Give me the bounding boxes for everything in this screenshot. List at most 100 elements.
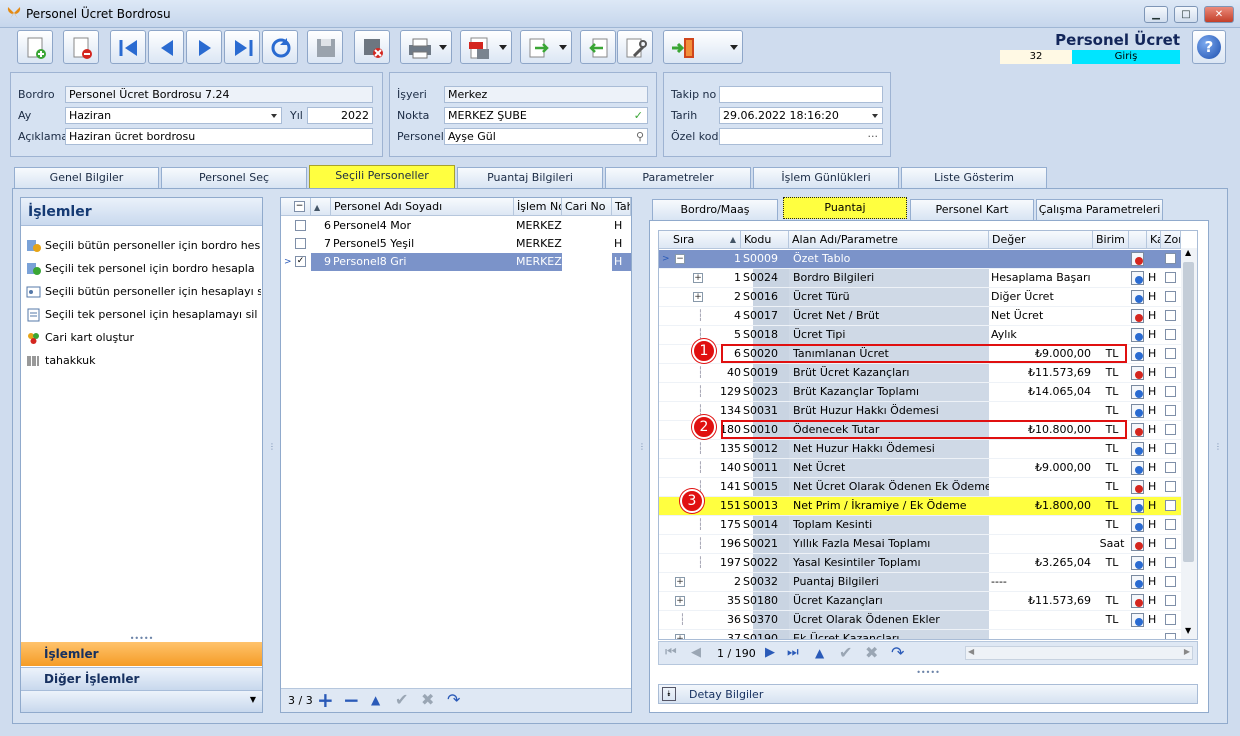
sort-indicator[interactable]: ▲ [311,198,331,216]
expand-icon[interactable]: + [693,273,703,283]
col-sira[interactable]: Sıra ▲ [659,231,741,249]
tab-genel-bilgiler[interactable]: Genel Bilgiler [14,167,159,188]
help-button[interactable]: ? [1192,30,1226,64]
tab-liste-gosterim[interactable]: Liste Gösterim [901,167,1047,188]
isyeri-field[interactable]: Merkez [444,86,648,103]
next-page-icon[interactable]: ▶ [765,645,775,660]
move-up-icon[interactable]: ▲ [815,646,824,660]
subtab-calisma-parametreleri[interactable]: Çalışma Parametreleri [1036,199,1163,220]
edit-doc-icon[interactable] [1131,537,1144,551]
expand-icon[interactable]: + [693,292,703,302]
tab-islem-gunlukleri[interactable]: İşlem Günlükleri [753,167,899,188]
save-button[interactable] [307,30,343,64]
row-checkbox[interactable] [295,220,306,231]
prev-page-icon[interactable]: ◀ [691,645,701,660]
table-row[interactable]: 7Personel5 Yeşil MERKEZ Ş H [281,235,631,254]
close-window-button[interactable]: ✕ [1204,6,1234,23]
edit-doc-icon[interactable] [1131,252,1144,266]
tree-row[interactable]: ┆ 5 S0018 Ücret Tipi Aylık H [659,326,1181,345]
cell-zor-checkbox[interactable] [1165,386,1176,397]
select-all-checkbox[interactable]: − [294,201,305,212]
expand-icon[interactable]: + [675,577,685,587]
tree-row[interactable]: ┆ 135 S0012 Net Huzur Hakkı Ödemesi TL H [659,440,1181,459]
yil-field[interactable]: 2022 [307,107,373,124]
confirm-icon[interactable]: ✔ [839,643,852,662]
action-delete-single[interactable]: Seçili tek personel için hesaplamayı sil [25,305,261,325]
previous-record-button[interactable] [148,30,184,64]
edit-doc-icon[interactable] [1131,290,1144,304]
cell-zor-checkbox[interactable] [1165,500,1176,511]
delete-button[interactable] [63,30,99,64]
col-deger[interactable]: Değer [989,231,1093,249]
cell-zor-checkbox[interactable] [1165,405,1176,416]
move-up-icon[interactable]: ▲ [371,693,380,707]
cell-zor-checkbox[interactable] [1165,576,1176,587]
tree-row[interactable]: ┆151S0013Net Prim / İkramiye / Ek Ödeme₺… [659,497,1181,516]
first-record-button[interactable] [110,30,146,64]
nokta-field[interactable]: MERKEZ ŞUBE ✓ [444,107,648,124]
scroll-up-icon[interactable]: ▲ [1185,248,1191,257]
cell-zor-checkbox[interactable] [1165,348,1176,359]
cell-zor-checkbox[interactable] [1165,253,1176,264]
tree-row[interactable]: ┆ 40 S0019 Brüt Ücret Kazançları ₺11.573,69 T… [659,364,1181,383]
edit-doc-icon[interactable] [1131,385,1144,399]
cell-zor-checkbox[interactable] [1165,462,1176,473]
tree-row[interactable]: +2 S0016 Ücret Türü Diğer Ücret H [659,288,1181,307]
col-icon[interactable] [1129,231,1147,249]
expand-down-icon[interactable]: ⯯ [662,687,676,701]
action-tahakkuk[interactable]: tahakkuk [25,351,261,371]
expand-icon[interactable]: + [675,634,685,639]
row-checkbox[interactable] [295,238,306,249]
bordro-field[interactable]: Personel Ücret Bordrosu 7.24 [65,86,373,103]
cell-zor-checkbox[interactable] [1165,538,1176,549]
action-calc-single[interactable]: Seçili tek personel için bordro hesapla [25,259,261,279]
cell-zor-checkbox[interactable] [1165,557,1176,568]
vertical-scrollbar[interactable]: ▲ ▼ [1181,248,1197,639]
tree-row[interactable]: ┆ 140 S0011 Net Ücret ₺9.000,00 TL H [659,459,1181,478]
remove-row-icon[interactable]: − [343,688,360,712]
tree-row[interactable]: ┆ 197 S0022 Yasal Kesintiler Toplamı ₺3.265,… [659,554,1181,573]
edit-doc-icon[interactable] [1131,271,1144,285]
tree-row[interactable]: ┆ 36 S0370 Ücret Olarak Ödenen Ekler TL H [659,611,1181,630]
edit-doc-icon[interactable] [1131,556,1144,570]
vertical-splitter[interactable]: ⋮ [268,443,276,451]
refresh-icon[interactable]: ↷ [891,643,904,662]
action-cari-kart[interactable]: Cari kart oluştur [25,328,261,348]
ay-select[interactable]: Haziran [65,107,282,124]
cell-zor-checkbox[interactable] [1165,443,1176,454]
cancel-icon[interactable]: ✖ [421,690,434,709]
cancel-icon[interactable]: ✖ [865,643,878,662]
col-birim[interactable]: Birim [1093,231,1129,249]
tree-row[interactable]: > − 1 S0009 Özet Tablo [659,250,1181,269]
cell-zor-checkbox[interactable] [1165,519,1176,530]
cell-zor-checkbox[interactable] [1165,291,1176,302]
edit-doc-icon[interactable] [1131,442,1144,456]
col-personel-adi[interactable]: Personel Adı Soyadı [331,198,514,216]
edit-doc-icon[interactable] [1131,309,1144,323]
aciklama-field[interactable]: Haziran ücret bordrosu [65,128,373,145]
confirm-icon[interactable]: ✔ [395,690,408,709]
refresh-icon[interactable]: ↷ [447,690,460,709]
import-button[interactable] [580,30,616,64]
col-cari-no[interactable]: Cari No [562,198,612,216]
col-zor[interactable]: Zor [1161,231,1181,249]
subtab-bordro-maas[interactable]: Bordro/Maaş [652,199,778,220]
scroll-left-icon[interactable]: ◀ [968,647,974,656]
row-checkbox[interactable]: ✓ [295,256,306,267]
tab-parametreler[interactable]: Parametreler [605,167,751,188]
tree-row[interactable]: +1 S0024 Bordro Bilgileri Hesaplama Başarıl… [659,269,1181,288]
edit-doc-icon[interactable] [1131,347,1144,361]
last-record-button[interactable] [224,30,260,64]
new-button[interactable] [17,30,53,64]
collapse-icon[interactable]: − [675,254,685,264]
cell-zor-checkbox[interactable] [1165,595,1176,606]
scroll-thumb[interactable] [1183,262,1194,562]
minimize-button[interactable]: ▁ [1144,6,1168,23]
tree-row[interactable]: ┆ 134 S0031 Brüt Huzur Hakkı Ödemesi TL H [659,402,1181,421]
export-pdf-button[interactable] [460,30,512,64]
first-page-icon[interactable]: ⏮ [665,645,677,660]
table-row[interactable]: 6Personel4 Mor MERKEZ Ş H [281,217,631,236]
maximize-button[interactable]: □ [1174,6,1198,23]
ozel-field[interactable]: ··· [719,128,883,145]
col-islem-nokta[interactable]: İşlem Nok [514,198,562,216]
